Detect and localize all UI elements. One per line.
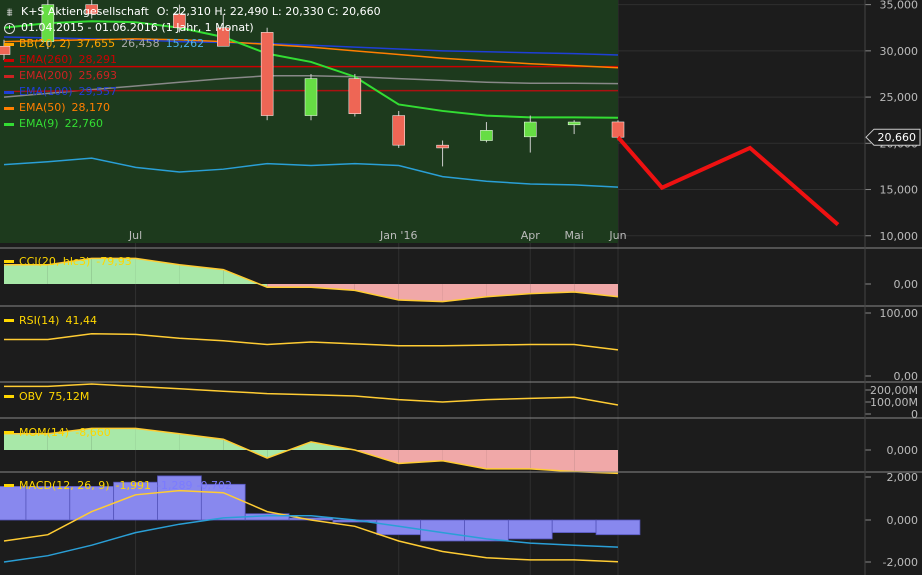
legend-item-ema9[interactable]: EMA(9) 22,760: [4, 116, 381, 132]
rsi-legend[interactable]: RSI(14) 41,44: [4, 313, 103, 327]
instrument-title: K+S Aktiengesellschaft: [21, 5, 149, 18]
legend-swatch: [4, 394, 14, 398]
y-tick-label: 35,000: [880, 0, 919, 12]
mom-legend[interactable]: MOM(14) -8,660: [4, 425, 117, 439]
x-tick-label: Apr: [521, 229, 541, 242]
legend-item-ema100[interactable]: EMA(100) 29,557: [4, 84, 381, 100]
y-tick-label: 2,000: [887, 471, 919, 484]
clock-icon[interactable]: [4, 22, 15, 34]
legend-value: -1,289: [157, 478, 193, 492]
legend-label: MACD(12, 26, 9): [19, 478, 110, 492]
legend-value: 15,262: [165, 37, 205, 50]
y-tick-label: 0,000: [887, 444, 919, 457]
candle-body: [436, 144, 449, 149]
area-fill: [530, 450, 575, 472]
macd-histogram-bar: [551, 519, 597, 534]
legend-value: 22,760: [64, 117, 104, 130]
chart-type-icon[interactable]: ⩩: [4, 7, 15, 18]
date-range-row: 01.04.2015 - 01.06.2016 (1 Jahr, 1 Monat…: [4, 20, 381, 36]
macd-histogram-bar: [376, 519, 422, 536]
y-tick-label: 0,00: [894, 370, 919, 383]
area-fill: [398, 284, 443, 302]
legend-value: -1,991: [115, 478, 152, 492]
legend-value: 26,458: [121, 37, 160, 50]
legend-value: 41,44: [65, 313, 97, 327]
x-tick-label: Jun: [608, 229, 626, 242]
y-tick-label: 25,000: [880, 91, 919, 104]
legend-value: 25,693: [78, 69, 118, 82]
legend-swatch: [4, 106, 14, 110]
legend-label: EMA(200): [19, 69, 73, 82]
y-tick-label: 0: [911, 408, 918, 421]
candle-body: [480, 130, 493, 141]
candle-body: [392, 115, 405, 146]
legend-label: EMA(260): [19, 53, 73, 66]
y-tick-label: 100,00: [880, 307, 919, 320]
obv-legend[interactable]: OBV 75,12M: [4, 389, 95, 403]
cci-legend[interactable]: CCI(20, hlc3) -79,93: [4, 254, 138, 268]
legend-item-ema260[interactable]: EMA(260) 28,291: [4, 52, 381, 68]
macd-histogram-bar: [507, 519, 553, 540]
legend-value: 29,557: [78, 85, 118, 98]
legend-label: OBV: [19, 389, 43, 403]
legend-swatch: [4, 430, 14, 434]
legend-value: -0,702: [196, 478, 232, 492]
macd-legend[interactable]: MACD(12, 26, 9) -1,991 -1,289 -0,702: [4, 478, 236, 492]
legend-swatch: [4, 42, 14, 46]
legend-value: -8,660: [75, 425, 111, 439]
legend-label: BB(20, 2): [19, 37, 71, 50]
legend-value: 37,655: [76, 37, 116, 50]
y-tick-label: -2,000: [883, 556, 918, 569]
candle-body: [611, 121, 625, 138]
x-tick-label: Jan '16: [379, 229, 417, 242]
last-price-label: 20,660: [878, 131, 917, 144]
legend-item-bb[interactable]: BB(20, 2) 37,655 26,458 15,262: [4, 36, 381, 52]
legend-swatch: [4, 318, 14, 322]
macd-histogram-bar: [464, 519, 509, 542]
candle-body: [524, 121, 537, 138]
legend-swatch: [4, 90, 14, 94]
legend-item-ema200[interactable]: EMA(200) 25,693: [4, 68, 381, 84]
legend-label: RSI(14): [19, 313, 60, 327]
x-tick-label: Mai: [564, 229, 583, 242]
y-tick-label: 0,000: [887, 514, 919, 527]
legend-swatch: [4, 259, 14, 263]
legend-value: 28,170: [71, 101, 111, 114]
y-tick-label: 15,000: [880, 184, 919, 197]
legend-swatch: [4, 74, 14, 78]
legend-value: -79,93: [96, 254, 132, 268]
candle-body: [567, 121, 581, 126]
area-fill: [486, 450, 531, 469]
y-tick-label: 0,00: [894, 278, 919, 291]
last-price-tag: 20,660: [865, 128, 921, 146]
legend-value: 75,12M: [48, 389, 90, 403]
macd-histogram-bar: [595, 519, 641, 536]
header-title-row: ⩩ K+S Aktiengesellschaft O: 22,310 H: 22…: [4, 4, 381, 20]
chart-legend: ⩩ K+S Aktiengesellschaft O: 22,310 H: 22…: [4, 4, 381, 132]
legend-value: 28,291: [78, 53, 118, 66]
legend-label: EMA(100): [19, 85, 73, 98]
legend-label: EMA(9): [19, 117, 59, 130]
legend-label: EMA(50): [19, 101, 66, 114]
ohlc-values: O: 22,310 H: 22,490 L: 20,330 C: 20,660: [156, 5, 381, 18]
legend-label: MOM(14): [19, 425, 70, 439]
legend-item-ema50[interactable]: EMA(50) 28,170: [4, 100, 381, 116]
legend-swatch: [4, 58, 14, 62]
legend-label: CCI(20, hlc3): [19, 254, 91, 268]
y-tick-label: 30,000: [880, 45, 919, 58]
legend-swatch: [4, 483, 14, 487]
date-range: 01.04.2015 - 01.06.2016 (1 Jahr, 1 Monat…: [21, 21, 254, 34]
y-tick-label: 10,000: [880, 230, 919, 243]
legend-swatch: [4, 122, 14, 126]
x-tick-label: Jul: [128, 229, 142, 242]
area-fill: [574, 450, 618, 474]
